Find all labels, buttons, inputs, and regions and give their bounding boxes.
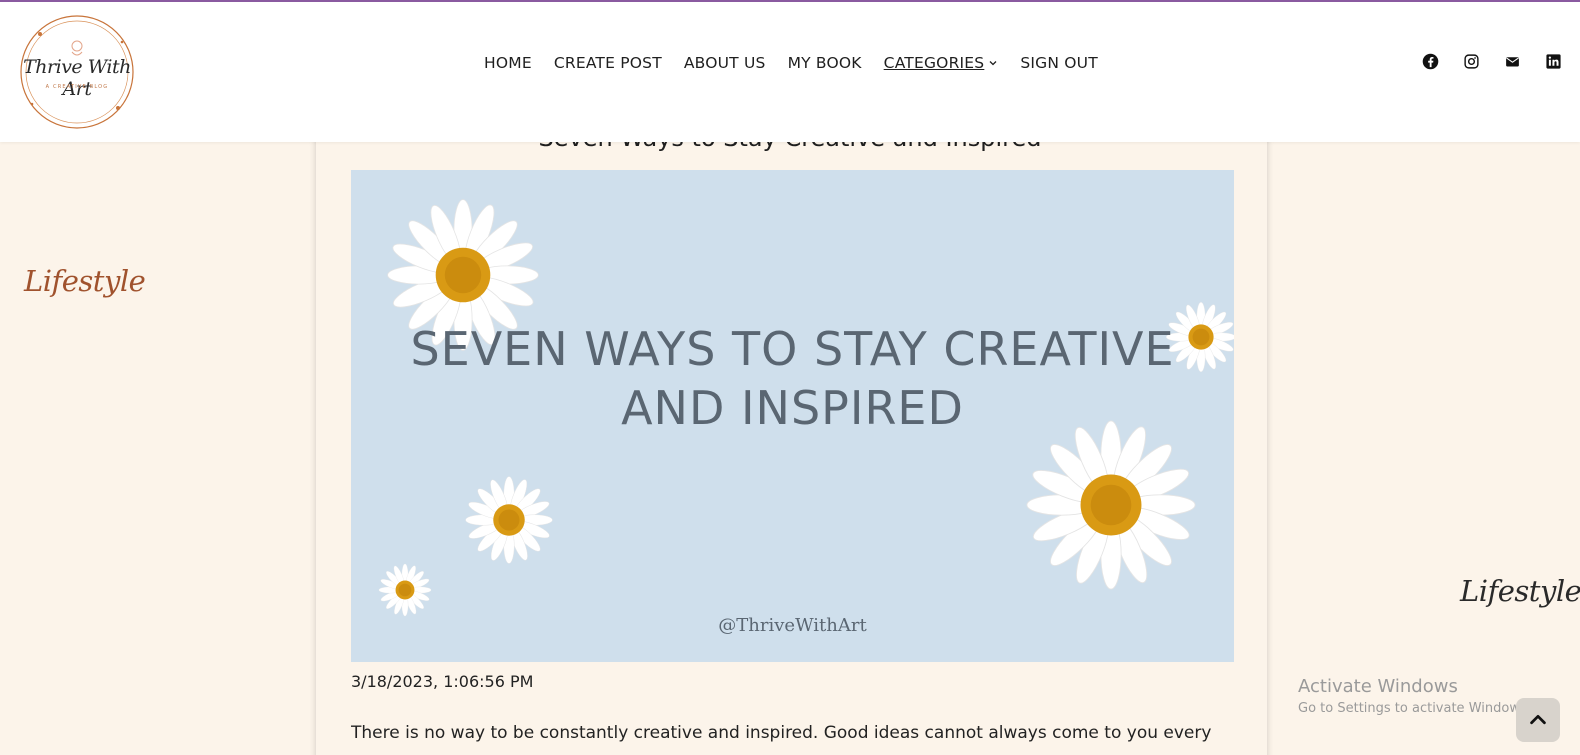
nav-home[interactable]: HOME	[484, 54, 532, 72]
site-logo[interactable]: Thrive With Art A CREATIVE BLOG	[10, 12, 144, 132]
nav-sign-out[interactable]: SIGN OUT	[1020, 54, 1098, 72]
nav-about-us[interactable]: ABOUT US	[684, 54, 766, 72]
post-body: There is no way to be constantly creativ…	[351, 723, 1212, 743]
sidebar-category-right[interactable]: Lifestyle	[1460, 574, 1580, 608]
chevron-down-icon	[989, 61, 997, 66]
social-links	[1422, 53, 1562, 70]
main-nav: HOME CREATE POST ABOUT US MY BOOK CATEGO…	[484, 54, 1120, 72]
hero-handle: @ThriveWithArt	[718, 615, 867, 636]
instagram-icon[interactable]	[1463, 53, 1480, 70]
top-accent-line	[0, 0, 1580, 2]
linkedin-icon[interactable]	[1545, 53, 1562, 70]
hero-title: SEVEN WAYS TO STAY CREATIVE AND INSPIRED	[410, 322, 1175, 435]
logo-title: Thrive With Art	[23, 56, 131, 100]
nav-categories-label: CATEGORIES	[883, 54, 985, 72]
nav-my-book[interactable]: MY BOOK	[788, 54, 862, 72]
sidebar-category-left[interactable]: Lifestyle	[24, 264, 146, 298]
facebook-icon[interactable]	[1422, 53, 1439, 70]
post-date: 3/18/2023, 1:06:56 PM	[351, 672, 534, 691]
scroll-to-top-button[interactable]	[1516, 698, 1560, 742]
post-hero-image: SEVEN WAYS TO STAY CREATIVE AND INSPIRED…	[351, 170, 1234, 662]
nav-categories[interactable]: CATEGORIES	[884, 54, 999, 72]
nav-create-post[interactable]: CREATE POST	[554, 54, 662, 72]
watermark-line2: Go to Settings to activate Windows.	[1298, 701, 1531, 716]
chevron-up-icon	[1530, 714, 1546, 725]
mail-icon[interactable]	[1504, 53, 1521, 70]
site-header: Thrive With Art A CREATIVE BLOG HOME CRE…	[0, 2, 1580, 142]
logo-subtitle: A CREATIVE BLOG	[45, 84, 109, 90]
activate-windows-watermark: Activate Windows Go to Settings to activ…	[1298, 676, 1531, 716]
watermark-line1: Activate Windows	[1298, 676, 1458, 697]
